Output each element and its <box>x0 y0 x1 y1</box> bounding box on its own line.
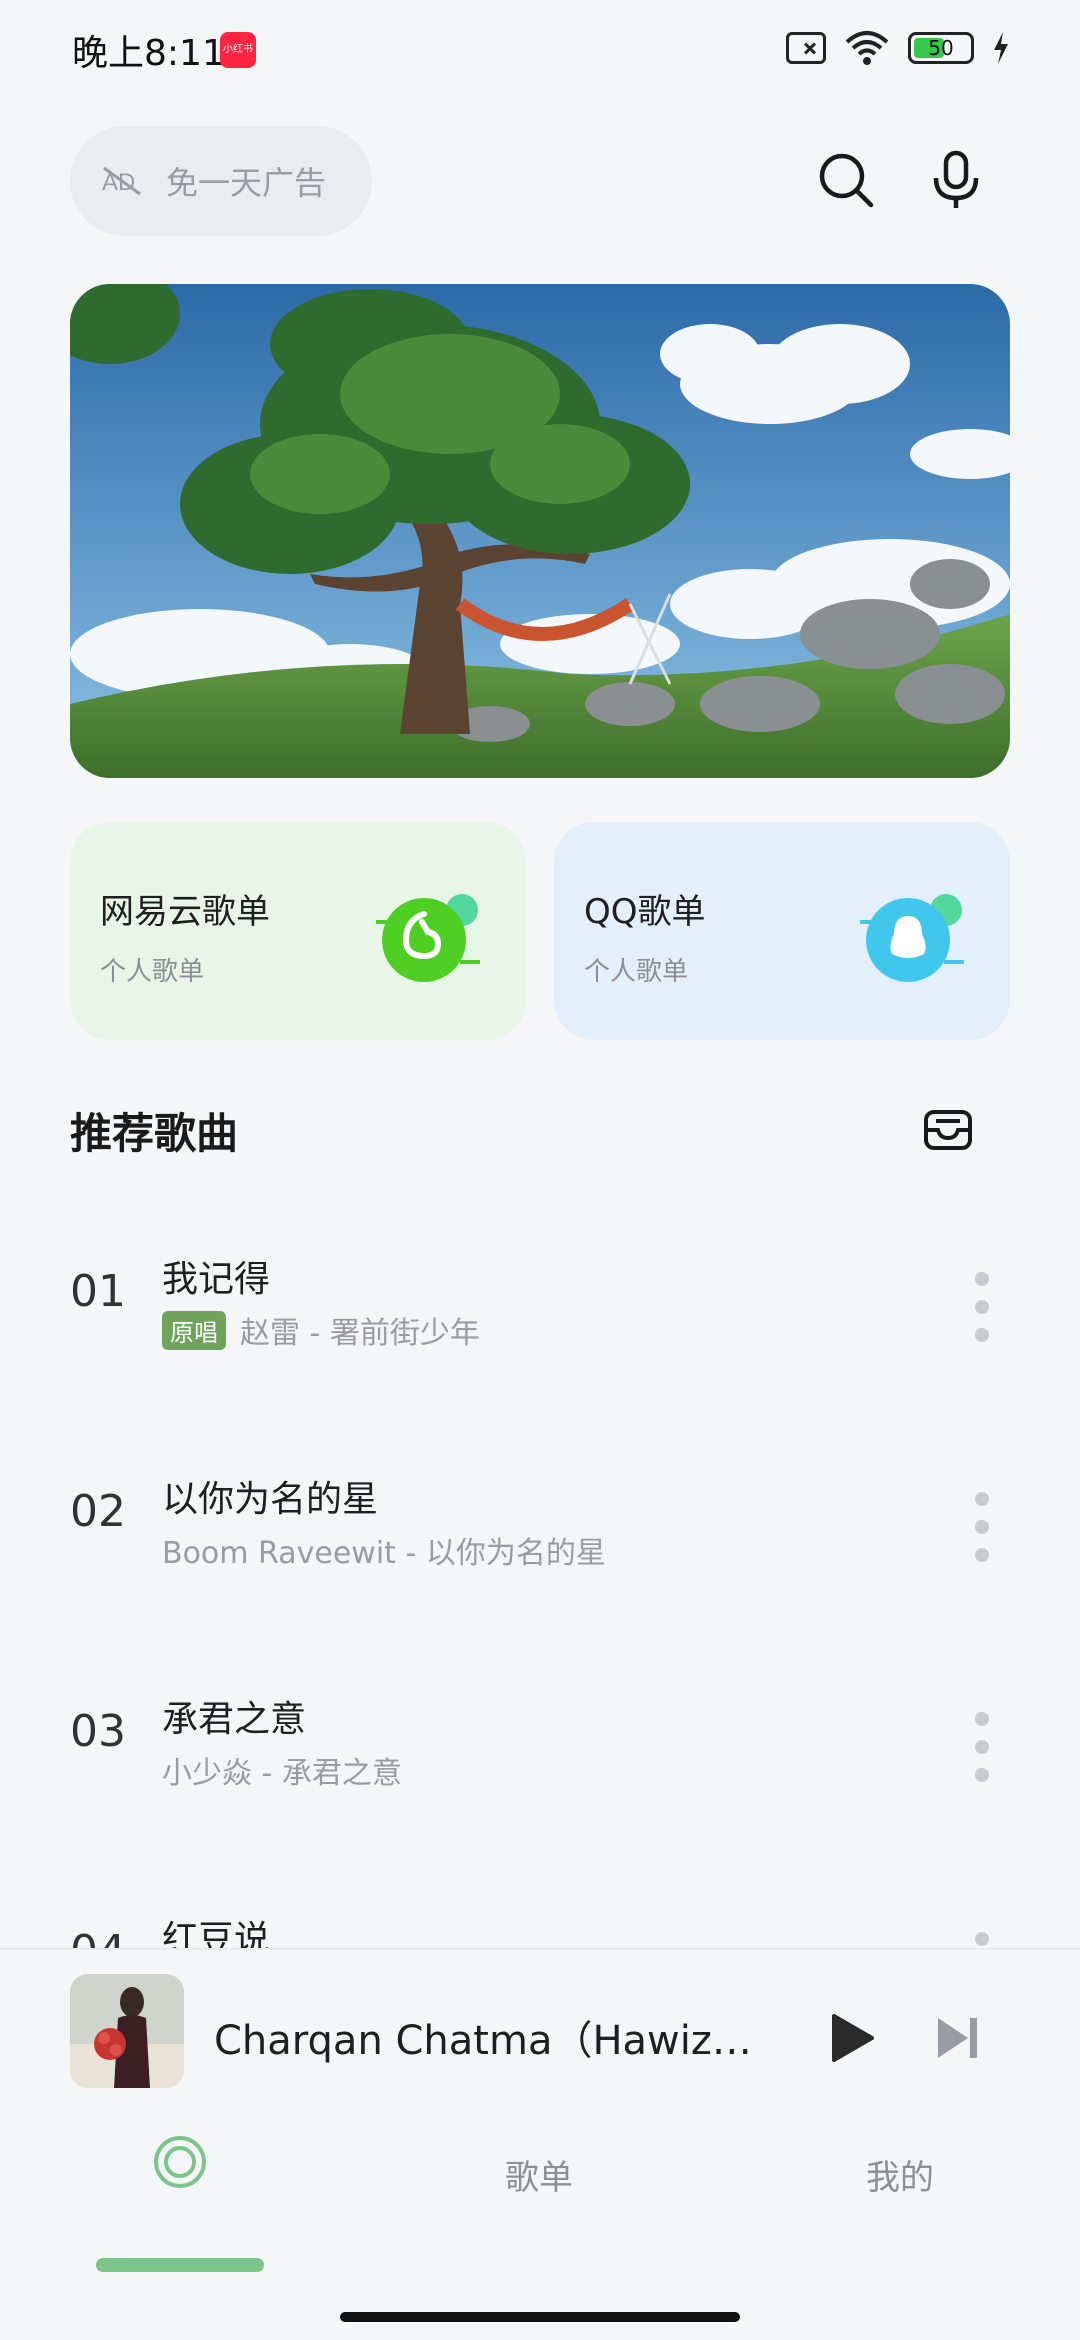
song-row[interactable]: 03 承君之意 小少焱 - 承君之意 <box>0 1640 1080 1860</box>
netease-music-icon <box>376 894 480 982</box>
song-number: 01 <box>70 1266 126 1317</box>
song-title: 以你为名的星 <box>162 1479 379 1520</box>
next-track-button[interactable] <box>930 2010 986 2066</box>
ad-free-button[interactable]: AD 免一天广告 <box>70 126 372 236</box>
song-meta: Boom Raveewit - 以你为名的星 <box>162 1528 606 1572</box>
song-more-button[interactable] <box>970 1492 994 1562</box>
search-icon <box>819 153 874 208</box>
song-title: 红豆说 <box>162 1919 271 1950</box>
netease-playlist-card[interactable]: 网易云歌单 个人歌单 <box>70 822 526 1040</box>
play-button[interactable] <box>820 2008 880 2068</box>
song-title: 我记得 <box>162 1259 271 1300</box>
banner-illustration <box>70 284 1010 778</box>
status-icons: 50 <box>786 30 1010 66</box>
song-row[interactable]: 01 我记得 原唱 赵雷 - 署前街少年 <box>0 1200 1080 1420</box>
no-sim-icon <box>786 32 826 64</box>
now-playing-title: Charqan Chatma（Hawizih... <box>214 2018 754 2064</box>
featured-banner[interactable] <box>70 284 1010 778</box>
song-meta: 小少焱 - 承君之意 <box>162 1748 402 1792</box>
song-row[interactable]: 04 红豆说 <box>0 1860 1080 1950</box>
recommend-inbox-button[interactable] <box>918 1100 978 1160</box>
ad-free-label: 免一天广告 <box>166 164 327 202</box>
now-playing-bar[interactable]: Charqan Chatma（Hawizih... <box>0 1948 1080 2098</box>
inbox-icon <box>924 1110 972 1150</box>
qq-penguin-icon <box>860 894 964 982</box>
qq-playlist-card[interactable]: QQ歌单 个人歌单 <box>554 822 1010 1040</box>
voice-search-button[interactable] <box>920 144 992 216</box>
home-gesture-bar[interactable] <box>340 2312 740 2322</box>
song-number: 03 <box>70 1706 126 1757</box>
home-target-icon <box>154 2136 206 2188</box>
original-singer-tag: 原唱 <box>162 1310 226 1350</box>
song-more-button[interactable] <box>970 1272 994 1342</box>
album-cover[interactable] <box>70 1974 184 2088</box>
wifi-icon <box>845 31 889 65</box>
charging-icon <box>994 32 1008 64</box>
battery-level: 50 <box>928 36 954 60</box>
search-button[interactable] <box>810 144 882 216</box>
nav-mine-tab[interactable]: 我的 <box>866 2150 934 2199</box>
nav-active-indicator <box>96 2258 264 2272</box>
skip-next-icon <box>938 2018 977 2058</box>
bottom-navigation: 歌单 我的 <box>0 2110 1080 2272</box>
status-bar: 晚上8:11 小红书 50 <box>0 0 1080 100</box>
battery-icon: 50 <box>908 32 974 64</box>
album-cover-art <box>70 1974 184 2088</box>
status-time: 晚上8:11 <box>72 33 225 74</box>
song-meta: 原唱 赵雷 - 署前街少年 <box>162 1308 480 1352</box>
microphone-icon <box>933 150 979 208</box>
xiaohongshu-badge-icon: 小红书 <box>220 32 256 68</box>
song-artist-album: 赵雷 - 署前街少年 <box>240 1316 480 1351</box>
song-artist-album: 小少焱 - 承君之意 <box>162 1756 402 1791</box>
song-row[interactable]: 02 以你为名的星 Boom Raveewit - 以你为名的星 <box>0 1420 1080 1640</box>
song-title: 承君之意 <box>162 1699 307 1740</box>
recommended-song-list: 01 我记得 原唱 赵雷 - 署前街少年 02 以你为名的星 Boom Rave… <box>0 1200 1080 1950</box>
app-root: 晚上8:11 小红书 50 AD 免一天广告 网易云歌单 个人歌单 QQ歌单 个… <box>0 0 1080 2340</box>
song-more-button[interactable] <box>970 1712 994 1782</box>
song-number: 02 <box>70 1486 126 1537</box>
no-ads-icon: AD <box>102 166 141 196</box>
song-number: 04 <box>70 1926 126 1950</box>
svg-text:AD: AD <box>102 169 135 196</box>
play-icon <box>832 2014 874 2062</box>
recommend-heading: 推荐歌曲 <box>70 1109 239 1158</box>
song-artist-album: Boom Raveewit - 以你为名的星 <box>162 1536 606 1571</box>
nav-home-tab[interactable] <box>152 2134 208 2199</box>
nav-playlists-tab[interactable]: 歌单 <box>505 2150 573 2199</box>
